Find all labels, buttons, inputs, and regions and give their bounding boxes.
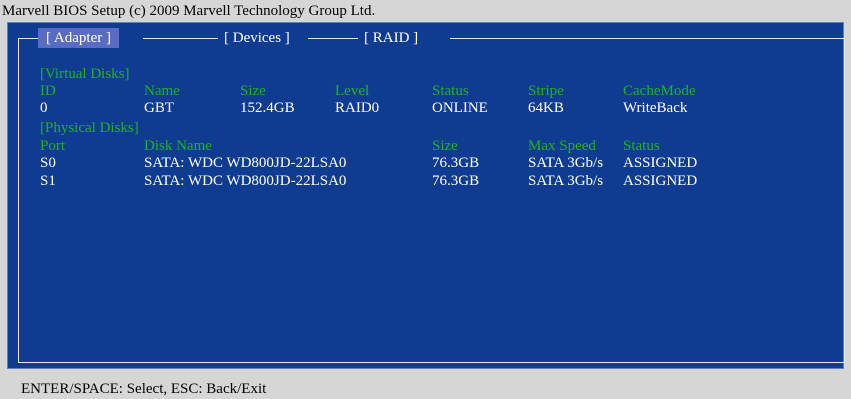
column-header-disk-name: Disk Name [144,138,212,154]
physical-disk-status: ASSIGNED [623,155,698,171]
virtual-disks-label: [Virtual Disks] [40,66,130,82]
virtual-disk-status: ONLINE [432,100,488,116]
virtual-disks-section: [Virtual Disks] [8,65,845,83]
window-title: Marvell BIOS Setup (c) 2009 Marvell Tech… [2,3,376,19]
physical-disk-port: S0 [40,155,56,171]
virtual-disks-header-row: ID Name Size Level Status Stripe CacheMo… [8,82,845,100]
virtual-disk-id: 0 [40,100,48,116]
virtual-disk-name: GBT [144,100,174,116]
virtual-disk-stripe: 64KB [528,100,564,116]
virtual-disk-size: 152.4GB [240,100,295,116]
tab-divider [308,38,358,39]
column-header-cachemode: CacheMode [623,83,696,99]
physical-disk-size: 76.3GB [432,155,480,171]
column-header-size: Size [240,83,266,99]
virtual-disk-level: RAID0 [335,100,380,116]
virtual-disk-cachemode: WriteBack [623,100,688,116]
column-header-name: Name [144,83,180,99]
physical-disk-row[interactable]: S1 SATA: WDC WD800JD-22LSA0 76.3GB SATA … [8,172,845,190]
physical-disks-label: [Physical Disks] [40,120,139,136]
physical-disk-max-speed: SATA 3Gb/s [528,173,604,189]
key-help-bar: ENTER/SPACE: Select, ESC: Back/Exit [21,381,267,397]
column-header-stripe: Stripe [528,83,564,99]
physical-disks-header-row: Port Disk Name Size Max Speed Status [8,137,845,155]
physical-disks-section: [Physical Disks] [8,119,845,137]
physical-disk-name: SATA: WDC WD800JD-22LSA0 [144,173,347,189]
physical-disk-name: SATA: WDC WD800JD-22LSA0 [144,155,347,171]
column-header-id: ID [40,83,56,99]
physical-disk-size: 76.3GB [432,173,480,189]
bios-main-panel: [ Adapter ] [ Devices ] [ RAID ] [Virtua… [7,22,845,369]
tab-divider [143,38,218,39]
physical-disk-status: ASSIGNED [623,173,698,189]
tab-raid[interactable]: [ RAID ] [364,28,418,48]
column-header-level: Level [335,83,370,99]
column-header-size: Size [432,138,458,154]
column-header-max-speed: Max Speed [528,138,596,154]
tab-divider [18,38,38,39]
tab-devices[interactable]: [ Devices ] [224,28,290,48]
column-header-port: Port [40,138,66,154]
tab-divider [450,38,845,39]
virtual-disk-row[interactable]: 0 GBT 152.4GB RAID0 ONLINE 64KB WriteBac… [8,99,845,117]
column-header-status: Status [623,138,660,154]
tab-adapter[interactable]: [ Adapter ] [38,28,119,48]
column-header-status: Status [432,83,469,99]
physical-disk-port: S1 [40,173,56,189]
physical-disk-row[interactable]: S0 SATA: WDC WD800JD-22LSA0 76.3GB SATA … [8,154,845,172]
physical-disk-max-speed: SATA 3Gb/s [528,155,604,171]
tab-bar: [ Adapter ] [ Devices ] [ RAID ] [18,28,845,48]
